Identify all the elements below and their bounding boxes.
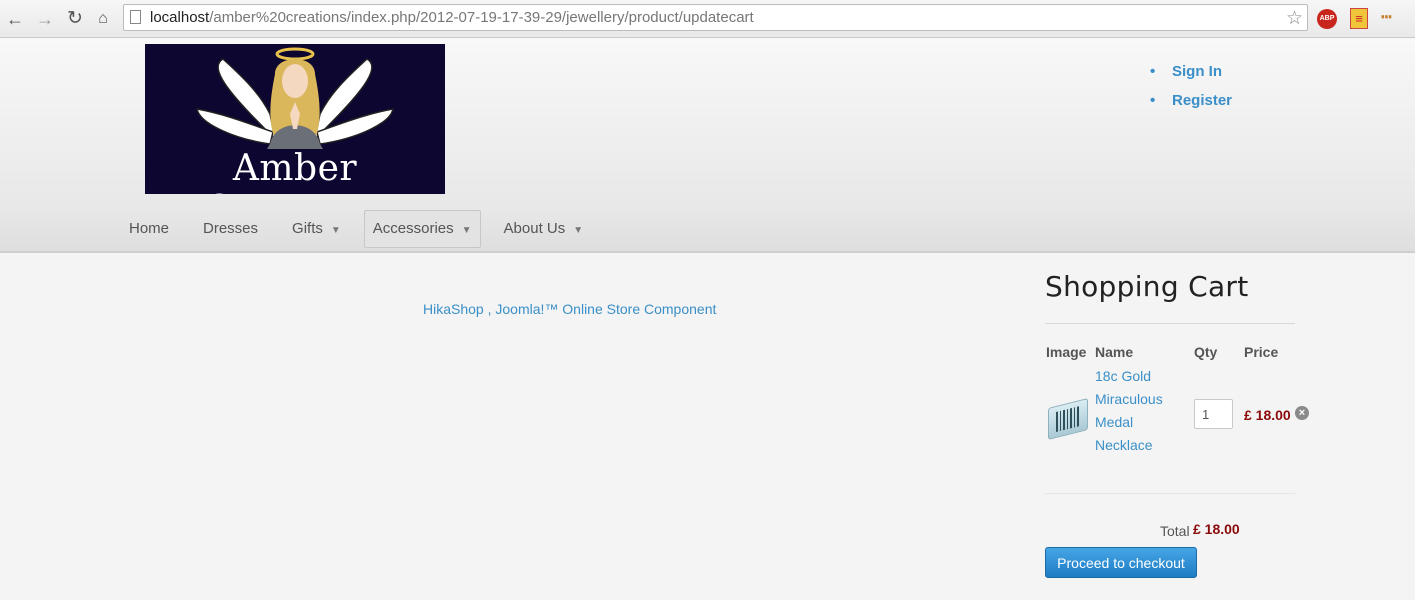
- address-bar[interactable]: localhost/amber%20creations/index.php/20…: [123, 4, 1308, 31]
- column-header-name: Name: [1095, 344, 1134, 360]
- browser-toolbar: ← → ↻ ⌂ localhost/amber%20creations/inde…: [0, 0, 1415, 38]
- logo-text: Amber Creations: [204, 148, 385, 194]
- nav-gifts[interactable]: Gifts ▼: [275, 210, 358, 248]
- back-icon[interactable]: ←: [4, 8, 26, 30]
- user-menu: Sign In Register: [1150, 62, 1232, 120]
- total-value: £ 18.00: [1193, 521, 1240, 537]
- url-path: /amber%20creations/index.php/2012-07-19-…: [209, 9, 754, 26]
- divider: [1045, 493, 1295, 494]
- url-text[interactable]: localhost/amber%20creations/index.php/20…: [150, 9, 754, 26]
- nav-home-label: Home: [129, 220, 170, 237]
- divider: [1045, 323, 1295, 324]
- nav-home[interactable]: Home: [112, 210, 186, 248]
- nav-about-us[interactable]: About Us ▼: [487, 210, 601, 248]
- remove-item-icon[interactable]: ×: [1295, 406, 1309, 420]
- chevron-down-icon: ▼: [330, 225, 341, 236]
- register-link[interactable]: Register: [1150, 91, 1232, 120]
- nav-accessories-label: Accessories: [372, 220, 454, 237]
- column-header-qty: Qty: [1194, 344, 1218, 360]
- cart-item-name[interactable]: 18c Gold Miraculous Medal Necklace: [1095, 365, 1175, 457]
- total-label: Total: [1160, 523, 1190, 539]
- column-header-image: Image: [1046, 344, 1087, 360]
- page-icon: [130, 10, 141, 24]
- extension-icon[interactable]: ≡: [1350, 8, 1368, 29]
- cart-item-price: £ 18.00: [1244, 407, 1291, 423]
- chevron-down-icon: ▼: [461, 225, 472, 236]
- nav-gifts-label: Gifts: [292, 220, 323, 237]
- home-icon[interactable]: ⌂: [92, 8, 114, 30]
- main-nav: Home Dresses Gifts ▼ Accessories ▼ About U…: [112, 210, 600, 252]
- hikashop-link[interactable]: HikaShop , Joomla!™ Online Store Compone…: [423, 301, 716, 317]
- menu-icon[interactable]: ┅: [1381, 7, 1392, 28]
- reload-icon[interactable]: ↻: [64, 8, 86, 30]
- nav-accessories[interactable]: Accessories ▼: [363, 210, 481, 248]
- star-icon[interactable]: ☆: [1286, 7, 1303, 30]
- shopping-cart-module: Shopping Cart Image Name Qty Price 18c G…: [1045, 270, 1309, 578]
- nav-dresses-label: Dresses: [203, 220, 259, 237]
- nav-dresses[interactable]: Dresses: [186, 210, 275, 248]
- chevron-down-icon: ▼: [573, 225, 584, 236]
- nav-about-us-label: About Us: [503, 220, 566, 237]
- proceed-to-checkout-button[interactable]: Proceed to checkout: [1045, 547, 1197, 578]
- quantity-input[interactable]: [1194, 399, 1233, 429]
- site-logo[interactable]: Amber Creations: [145, 44, 445, 194]
- site-header: Amber Creations Sign In Register Home Dr…: [0, 38, 1415, 253]
- sign-in-link[interactable]: Sign In: [1150, 62, 1232, 91]
- barcode-icon: [1048, 398, 1088, 440]
- cart-title: Shopping Cart: [1045, 270, 1249, 303]
- url-host: localhost: [150, 9, 210, 26]
- forward-icon[interactable]: →: [34, 8, 56, 30]
- adblock-icon[interactable]: ABP: [1317, 9, 1337, 29]
- column-header-price: Price: [1244, 344, 1279, 360]
